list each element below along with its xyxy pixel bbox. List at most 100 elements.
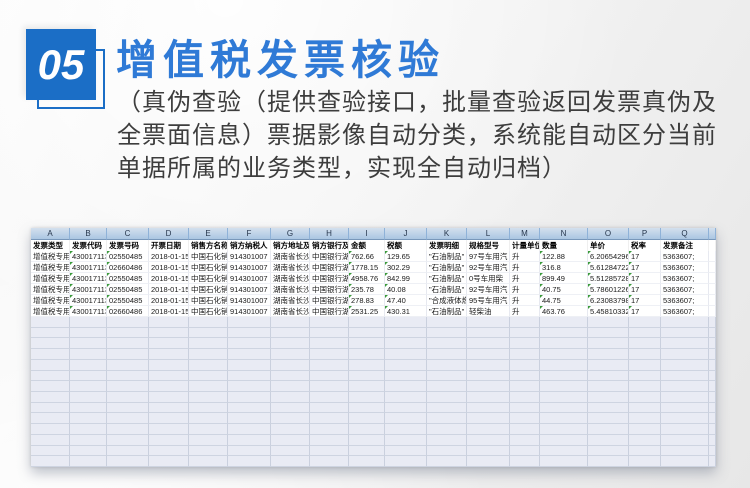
text-as-number-flag-icon — [385, 295, 388, 298]
spreadsheet-cell: 92号车用汽 — [467, 284, 510, 295]
empty-cell — [629, 413, 661, 424]
empty-cell — [149, 338, 189, 349]
text-as-number-flag-icon — [70, 295, 73, 298]
empty-cell — [588, 424, 629, 435]
empty-cell — [629, 371, 661, 382]
text-as-number-flag-icon — [385, 262, 388, 265]
empty-cell — [588, 371, 629, 382]
empty-cell — [467, 413, 510, 424]
empty-cell — [189, 456, 228, 467]
empty-cell — [540, 392, 588, 403]
spreadsheet-cell: 95号车用汽 — [467, 295, 510, 306]
field-header-cell: 数量 — [540, 240, 588, 251]
text-as-number-flag-icon — [540, 262, 543, 265]
spreadsheet-cell: 5363607; — [661, 273, 709, 284]
column-letter: E — [189, 228, 228, 240]
empty-cell — [588, 456, 629, 467]
spreadsheet-cell: 5363607; — [661, 262, 709, 273]
empty-cell — [107, 403, 149, 414]
empty-cell — [271, 435, 310, 446]
empty-cell — [661, 435, 709, 446]
spreadsheet-cell: 中国银行湖 — [310, 273, 349, 284]
empty-cell — [31, 435, 70, 446]
empty-cell — [427, 446, 467, 457]
empty-cell — [510, 435, 540, 446]
spreadsheet-cell: 2531.25 — [349, 306, 385, 317]
empty-cell — [189, 317, 228, 328]
empty-cell — [310, 349, 349, 360]
empty-cell — [588, 349, 629, 360]
empty-cell — [70, 317, 107, 328]
spreadsheet-cell — [709, 251, 716, 262]
empty-cell — [310, 435, 349, 446]
text-as-number-flag-icon — [540, 251, 543, 254]
text-as-number-flag-icon — [107, 273, 110, 276]
empty-cell — [467, 435, 510, 446]
empty-cell — [661, 403, 709, 414]
empty-cell — [629, 349, 661, 360]
empty-cell — [189, 446, 228, 457]
spreadsheet-cell: 5.61284722 — [588, 262, 629, 273]
empty-cell — [149, 403, 189, 414]
empty-cell — [228, 435, 271, 446]
text-as-number-flag-icon — [588, 262, 591, 265]
empty-cell — [709, 349, 716, 360]
spreadsheet-cell: 4300171130 — [70, 295, 107, 306]
empty-cell — [70, 446, 107, 457]
description-line: 全票面信息）票据影像自动分类，系统能自动区分当前 — [117, 119, 742, 152]
text-as-number-flag-icon — [540, 295, 543, 298]
spreadsheet-cell: 4958.76 — [349, 273, 385, 284]
column-letter: M — [510, 228, 540, 240]
spreadsheet-cell — [709, 262, 716, 273]
empty-cell — [107, 349, 149, 360]
empty-row — [31, 349, 716, 360]
spreadsheet-cell: 5.45810332 — [588, 306, 629, 317]
text-as-number-flag-icon — [107, 284, 110, 287]
empty-cell — [661, 317, 709, 328]
empty-cell — [310, 338, 349, 349]
empty-cell — [228, 456, 271, 467]
spreadsheet-cell: 17 — [629, 306, 661, 317]
spreadsheet-cell: 升 — [510, 295, 540, 306]
text-as-number-flag-icon — [349, 295, 352, 298]
empty-cell — [385, 456, 427, 467]
spreadsheet-cell: 02550485 — [107, 251, 149, 262]
spreadsheet-cell: 2018-01-15 — [149, 273, 189, 284]
text-as-number-flag-icon — [629, 306, 632, 309]
empty-cell — [427, 413, 467, 424]
empty-cell — [510, 360, 540, 371]
empty-cell — [31, 424, 70, 435]
empty-cell — [510, 328, 540, 339]
empty-cell — [149, 317, 189, 328]
empty-cell — [189, 381, 228, 392]
column-letter: Q — [661, 228, 709, 240]
empty-cell — [349, 328, 385, 339]
empty-row — [31, 371, 716, 382]
step-number: 05 — [38, 41, 85, 89]
empty-cell — [149, 381, 189, 392]
spreadsheet-cell: 升 — [510, 273, 540, 284]
text-as-number-flag-icon — [540, 284, 543, 287]
spreadsheet-cell: 02550485 — [107, 295, 149, 306]
spreadsheet-row: 增值税专用4300171130025504852018-01-15中国石化销91… — [31, 284, 716, 295]
text-as-number-flag-icon — [540, 273, 543, 276]
spreadsheet-cell: 44.75 — [540, 295, 588, 306]
empty-cell — [540, 456, 588, 467]
field-header-cell: 单价 — [588, 240, 629, 251]
empty-cell — [629, 424, 661, 435]
empty-cell — [467, 360, 510, 371]
empty-cell — [588, 392, 629, 403]
empty-row — [31, 328, 716, 339]
empty-cell — [228, 446, 271, 457]
column-letter: D — [149, 228, 189, 240]
field-header-cell: 发票类型 — [31, 240, 70, 251]
empty-cell — [70, 392, 107, 403]
empty-cell — [31, 392, 70, 403]
empty-cell — [107, 338, 149, 349]
empty-cell — [31, 413, 70, 424]
empty-cell — [427, 371, 467, 382]
empty-cell — [540, 403, 588, 414]
spreadsheet-cell: 升 — [510, 306, 540, 317]
empty-cell — [510, 403, 540, 414]
empty-cell — [385, 424, 427, 435]
